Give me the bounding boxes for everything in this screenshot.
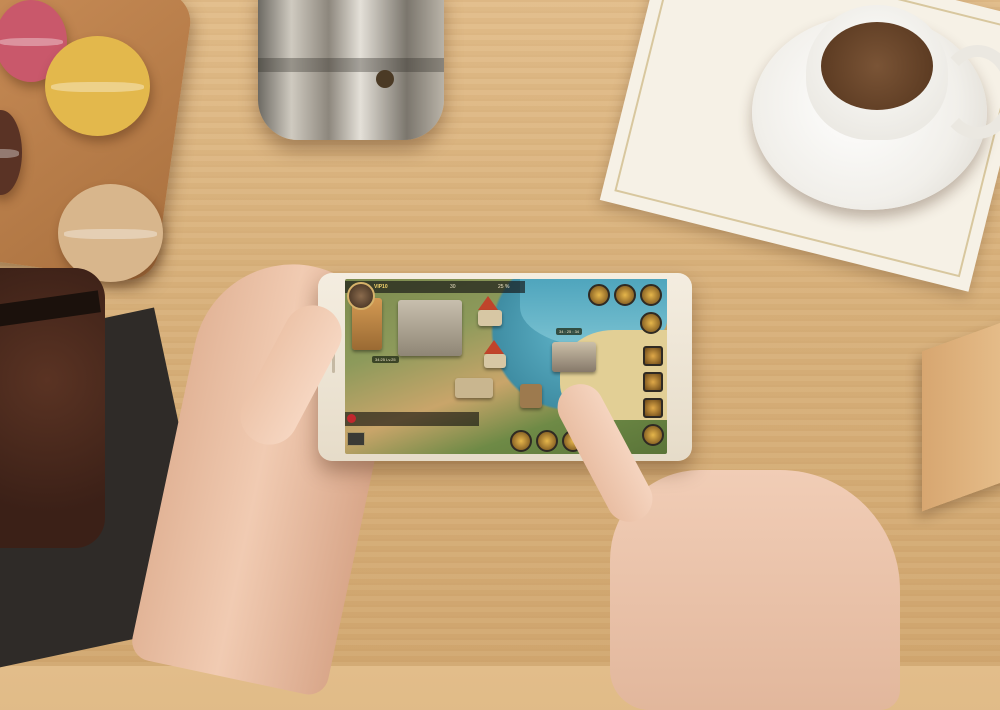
coffee bbox=[821, 22, 933, 110]
player-avatar-icon[interactable] bbox=[347, 282, 375, 310]
menu-button[interactable] bbox=[347, 432, 365, 446]
coin-icon[interactable] bbox=[643, 372, 663, 392]
march-timer: 34 : 25 : 34 bbox=[556, 328, 583, 335]
army-icon[interactable] bbox=[536, 430, 558, 452]
game-house[interactable] bbox=[478, 310, 502, 326]
chat-icon[interactable] bbox=[347, 414, 356, 423]
game-fort[interactable] bbox=[552, 342, 596, 372]
resource-count: 30 bbox=[450, 284, 456, 290]
game-castle[interactable] bbox=[398, 300, 462, 356]
chest-icon[interactable] bbox=[614, 284, 636, 306]
hero-icon[interactable] bbox=[510, 430, 532, 452]
game-house[interactable] bbox=[484, 354, 506, 368]
game-roof bbox=[478, 296, 498, 310]
sword-icon[interactable] bbox=[640, 284, 662, 306]
coffee-pot-band bbox=[258, 58, 444, 72]
city-label[interactable]: 34:25 Lv.25 bbox=[372, 356, 399, 363]
game-windmill[interactable] bbox=[520, 384, 542, 408]
shield-icon[interactable] bbox=[588, 284, 610, 306]
gem-icon[interactable] bbox=[642, 424, 664, 446]
coffee-pot-knob bbox=[376, 70, 394, 88]
game-market[interactable] bbox=[455, 378, 493, 398]
wooden-block bbox=[922, 318, 1000, 512]
right-hand bbox=[610, 470, 900, 710]
gift-icon[interactable] bbox=[640, 312, 662, 334]
macaron-yellow bbox=[45, 36, 150, 136]
crown-icon[interactable] bbox=[643, 398, 663, 418]
scroll-icon[interactable] bbox=[643, 346, 663, 366]
chat-bar[interactable] bbox=[345, 412, 479, 426]
resource-percent: 25 % bbox=[498, 284, 510, 290]
game-roof bbox=[484, 340, 504, 354]
vip-level[interactable]: VIP10 bbox=[374, 281, 388, 293]
